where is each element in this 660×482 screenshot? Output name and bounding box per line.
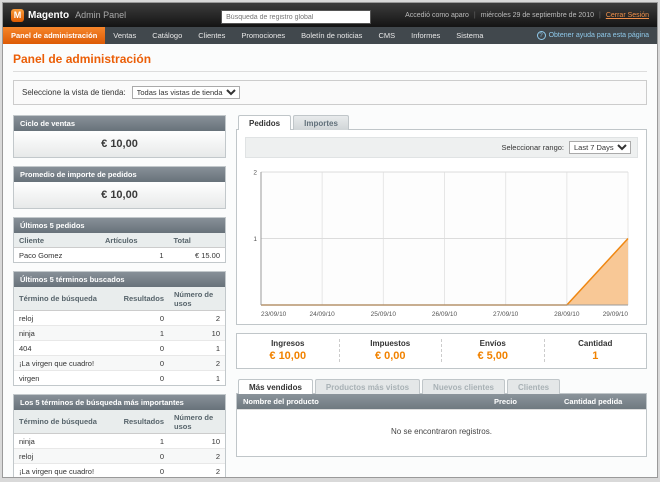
nav-item-system[interactable]: Sistema [448,27,491,44]
stat-quantity: Cantidad 1 [544,339,647,362]
orders-chart-panel: Seleccionar rango: Last 7 Days 23/09/102… [236,129,647,325]
logo-subtitle: Admin Panel [75,10,126,20]
main-nav: Panel de administración Ventas Catálogo … [3,27,657,44]
range-select[interactable]: Last 7 Days [569,141,631,154]
nav-item-catalog[interactable]: Catálogo [144,27,190,44]
tab-orders[interactable]: Pedidos [238,115,291,130]
last-orders-panel: Últimos 5 pedidos Cliente Artículos Tota… [13,217,226,263]
svg-text:29/09/10: 29/09/10 [603,311,629,318]
logout-link[interactable]: Cerrar Sesión [606,12,649,19]
last-search-terms-panel: Últimos 5 términos buscados Término de b… [13,271,226,386]
svg-text:24/09/10: 24/09/10 [310,311,336,318]
logo-text: Magento [28,10,69,21]
divider: | [599,12,601,19]
stat-revenue: Ingresos € 10,00 [237,339,339,362]
dashboard-right-column: Pedidos Importes Seleccionar rango: Last… [236,115,647,477]
tab-amounts[interactable]: Importes [293,115,349,130]
orders-area-chart: 23/09/10 24/09/10 25/09/10 26/09/10 27/09/10… [245,162,638,320]
svg-text:27/09/10: 27/09/10 [493,311,519,318]
lifetime-sales-value: € 10,00 [14,131,225,157]
empty-row: No se encontraron registros. [237,410,646,457]
svg-text:23/09/10: 23/09/10 [261,311,287,318]
nav-item-newsletter[interactable]: Boletín de noticias [293,27,370,44]
top-search-terms-panel: Los 5 términos de búsqueda más important… [13,394,226,477]
help-icon: ? [537,31,546,40]
panel-title: Los 5 términos de búsqueda más important… [14,395,225,410]
table-row[interactable]: reloj02 [14,449,225,464]
nav-item-cms[interactable]: CMS [370,27,403,44]
table-row[interactable]: reloj02 [14,311,225,326]
table-header-row: Cliente Artículos Total [14,233,225,248]
divider: | [474,12,476,19]
svg-text:1: 1 [253,236,257,243]
divider [13,71,647,72]
tab-bestsellers[interactable]: Más vendidos [238,379,313,394]
panel-title: Últimos 5 términos buscados [14,272,225,287]
empty-message: No se encontraron registros. [237,410,646,457]
range-label: Seleccionar rango: [501,143,564,152]
top-header: M Magento Admin Panel Accedió como aparo… [3,3,657,27]
magento-admin-window: M Magento Admin Panel Accedió como aparo… [2,2,658,478]
nav-item-promotions[interactable]: Promociones [233,27,293,44]
table-row[interactable]: virgen01 [14,371,225,386]
store-view-selector: Seleccione la vista de tienda: Todas las… [13,80,647,105]
average-order-panel: Promedio de importe de pedidos € 10,00 [13,166,226,209]
stat-shipping: Envíos € 5,00 [441,339,544,362]
table-header-row: Término de búsqueda Resultados Número de… [14,410,225,434]
svg-text:28/09/10: 28/09/10 [554,311,580,318]
tab-customers[interactable]: Clientes [507,379,560,394]
help-link[interactable]: ? Obtener ayuda para esta página [529,27,657,44]
table-row[interactable]: ¡La virgen que cuadro!02 [14,464,225,478]
logged-in-as: Accedió como aparo [405,12,469,19]
dashboard-left-column: Ciclo de ventas € 10,00 Promedio de impo… [13,115,226,477]
chart-tabs: Pedidos Importes [236,115,647,130]
svg-text:26/09/10: 26/09/10 [432,311,458,318]
header-session-info: Accedió como aparo | miércoles 29 de sep… [405,12,649,19]
panel-title: Últimos 5 pedidos [14,218,225,233]
page-title: Panel de administración [13,52,647,66]
average-order-value: € 10,00 [14,182,225,208]
lifetime-sales-panel: Ciclo de ventas € 10,00 [13,115,226,158]
dashboard-content: Panel de administración Seleccione la vi… [3,44,657,477]
tab-most-viewed[interactable]: Productos más vistos [315,379,420,394]
panel-title: Ciclo de ventas [14,116,225,131]
nav-item-reports[interactable]: Informes [403,27,448,44]
table-row[interactable]: 40401 [14,341,225,356]
nav-item-customers[interactable]: Clientes [190,27,233,44]
table-header-row: Término de búsqueda Resultados Número de… [14,287,225,311]
store-view-select[interactable]: Todas las vistas de tienda [132,86,240,99]
table-row[interactable]: ninja110 [14,434,225,449]
nav-item-sales[interactable]: Ventas [105,27,144,44]
current-date: miércoles 29 de septiembre de 2010 [481,12,594,19]
tab-new-customers[interactable]: Nuevos clientes [422,379,505,394]
store-view-label: Seleccione la vista de tienda: [22,88,126,97]
bestsellers-grid-panel: Nombre del producto Precio Cantidad pedi… [236,393,647,457]
stat-tax: Impuestos € 0,00 [339,339,442,362]
table-header-row: Nombre del producto Precio Cantidad pedi… [237,394,646,410]
grid-tabs: Más vendidos Productos más vistos Nuevos… [236,379,647,394]
magento-logo: M Magento Admin Panel [11,9,126,22]
table-row[interactable]: ¡La virgen que cuadro!02 [14,356,225,371]
nav-item-dashboard[interactable]: Panel de administración [3,27,105,44]
global-search-input[interactable] [221,10,371,24]
table-row[interactable]: ninja110 [14,326,225,341]
panel-title: Promedio de importe de pedidos [14,167,225,182]
totals-bar: Ingresos € 10,00 Impuestos € 0,00 Envíos… [236,333,647,369]
magento-logo-icon: M [11,9,24,22]
table-row[interactable]: Paco Gomez 1 € 15.00 [14,248,225,263]
svg-text:2: 2 [253,170,257,177]
svg-text:25/09/10: 25/09/10 [371,311,397,318]
